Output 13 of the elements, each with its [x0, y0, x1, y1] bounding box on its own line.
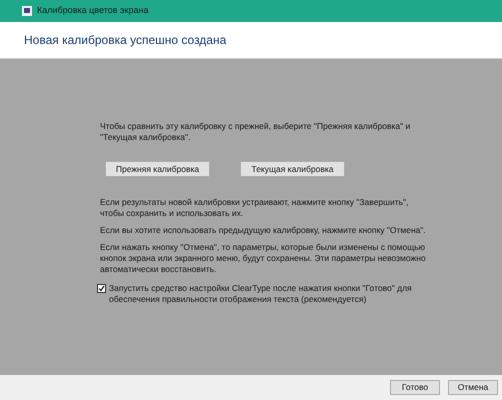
- dialog-button[interactable]: Готово: [390, 380, 440, 395]
- compare-instructions: Чтобы сравнить эту калибровку с прежней, выберите "Прежняя калибровка" и "Текущая калибровка".: [100, 121, 412, 143]
- window-title: Калибровка цветов экрана: [37, 4, 148, 18]
- dialog-button[interactable]: Отмена: [448, 380, 498, 395]
- instruction-paragraph: Если нажать кнопку "Отмена", то параметры, которые были изменены с помощью кнопок экрана или экранного меню, будут сохранены. Эти параметры невозможно автоматически восстановить.: [100, 242, 427, 275]
- cleartype-checkbox[interactable]: [97, 284, 106, 293]
- calibration-button[interactable]: Текущая калибровка: [240, 161, 345, 177]
- cleartype-option-label: Запустить средство настройки ClearType после нажатия кнопки "Готово" для обеспечения правильности отображения текста (рекомендуется): [109, 283, 413, 305]
- instruction-paragraph: Если результаты новой калибровки устраивают, нажмите кнопку "Завершить", чтобы сохранить и использовать их.: [100, 197, 410, 219]
- heading: Новая калибровка успешно создана: [24, 32, 226, 49]
- instruction-paragraph: Если вы хотите использовать предыдущую калибровку, нажмите кнопку "Отмена".: [100, 225, 427, 236]
- calibration-button[interactable]: Прежняя калибровка: [105, 161, 210, 177]
- monitor-icon: [22, 6, 32, 16]
